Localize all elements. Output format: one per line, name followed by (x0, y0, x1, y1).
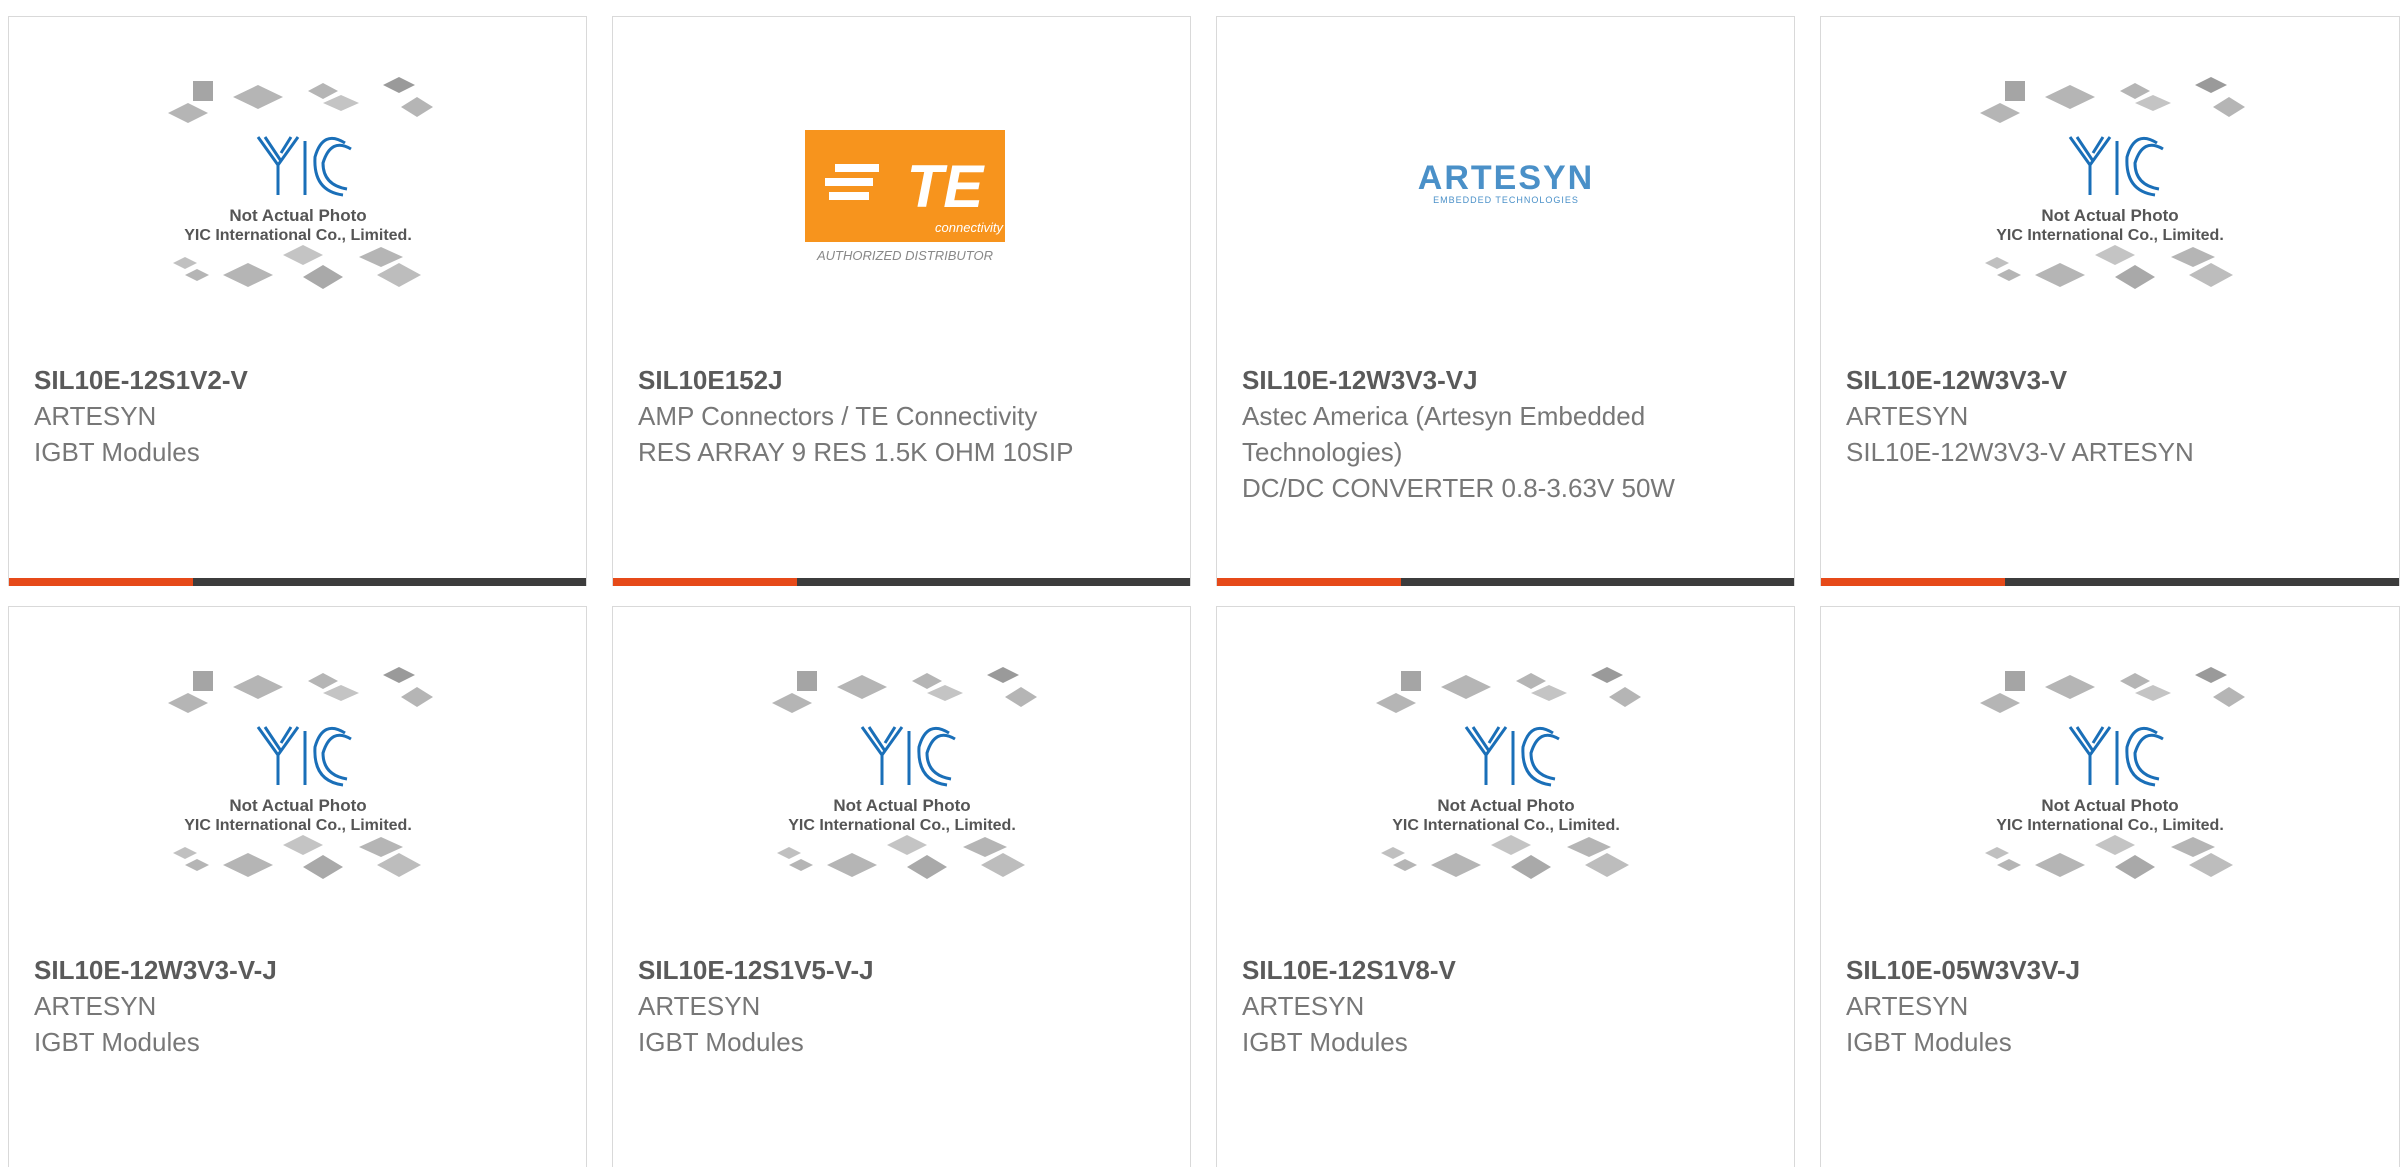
product-info: SIL10E152J AMP Connectors / TE Connectiv… (638, 362, 1170, 470)
description: IGBT Modules (638, 1027, 804, 1057)
manufacturer: ARTESYN (34, 991, 157, 1021)
product-info: SIL10E-05W3V3V-J ARTESYN IGBT Modules (1846, 952, 2379, 1060)
product-card[interactable]: Not Actual Photo YIC International Co., … (1820, 606, 2400, 1167)
card-bar-accent (1217, 578, 1401, 586)
placeholder-caption-1: Not Actual Photo (833, 796, 970, 815)
manufacturer: AMP Connectors / TE Connectivity (638, 401, 1038, 431)
part-number-link[interactable]: SIL10E-05W3V3V-J (1846, 952, 2379, 988)
card-bar-accent (9, 578, 193, 586)
product-image[interactable]: Not Actual Photo YIC International Co., … (1217, 607, 1794, 947)
placeholder-caption-2: YIC International Co., Limited. (1996, 227, 2224, 244)
manufacturer: ARTESYN (1242, 991, 1365, 1021)
product-card[interactable]: TE connectivity AUTHORIZED DISTRIBUTOR S… (612, 16, 1191, 586)
product-card[interactable]: Not Actual Photo YIC International Co., … (8, 16, 587, 586)
placeholder-caption-1: Not Actual Photo (2041, 206, 2178, 225)
card-bar-accent (613, 578, 797, 586)
manufacturer: ARTESYN (1846, 401, 1969, 431)
product-card[interactable]: Not Actual Photo YIC International Co., … (1820, 16, 2400, 586)
description: RES ARRAY 9 RES 1.5K OHM 10SIP (638, 437, 1074, 467)
description: IGBT Modules (1846, 1027, 2012, 1057)
product-info: SIL10E-12W3V3-VJ Astec America (Artesyn … (1242, 362, 1774, 506)
product-info: SIL10E-12S1V2-V ARTESYN IGBT Modules (34, 362, 566, 470)
product-card[interactable]: Not Actual Photo YIC International Co., … (1216, 606, 1795, 1167)
part-number-link[interactable]: SIL10E-12S1V2-V (34, 362, 566, 398)
description: IGBT Modules (34, 1027, 200, 1057)
product-card[interactable]: Not Actual Photo YIC International Co., … (8, 606, 587, 1167)
product-info: SIL10E-12S1V5-V-J ARTESYN IGBT Modules (638, 952, 1170, 1060)
yic-placeholder-image: Not Actual Photo YIC International Co., … (167, 77, 433, 289)
product-image[interactable]: TE connectivity AUTHORIZED DISTRIBUTOR (613, 17, 1190, 357)
product-card[interactable]: ARTESYN EMBEDDED TECHNOLOGIES SIL10E-12W… (1216, 16, 1795, 586)
product-info: SIL10E-12W3V3-V ARTESYN SIL10E-12W3V3-V … (1846, 362, 2379, 470)
manufacturer: Astec America (Artesyn Embedded Technolo… (1242, 401, 1646, 467)
placeholder-caption-1: Not Actual Photo (1437, 796, 1574, 815)
card-bottom-bar (1217, 578, 1794, 586)
product-info: SIL10E-12W3V3-V-J ARTESYN IGBT Modules (34, 952, 566, 1060)
placeholder-caption-1: Not Actual Photo (2041, 796, 2178, 815)
card-bottom-bar (9, 578, 586, 586)
description: IGBT Modules (34, 437, 200, 467)
part-number-link[interactable]: SIL10E-12W3V3-VJ (1242, 362, 1774, 398)
product-card[interactable]: Not Actual Photo YIC International Co., … (612, 606, 1191, 1167)
product-info: SIL10E-12S1V8-V ARTESYN IGBT Modules (1242, 952, 1774, 1060)
card-bottom-bar (613, 578, 1190, 586)
product-image[interactable]: ARTESYN EMBEDDED TECHNOLOGIES (1217, 17, 1794, 357)
te-logo-sub: connectivity (935, 220, 1004, 235)
yic-placeholder-image: Not Actual Photo YIC International Co., … (1375, 667, 1641, 879)
part-number-link[interactable]: SIL10E-12W3V3-V (1846, 362, 2379, 398)
part-number-link[interactable]: SIL10E-12S1V8-V (1242, 952, 1774, 988)
part-number-link[interactable]: SIL10E-12W3V3-V-J (34, 952, 566, 988)
yic-placeholder-image: Not Actual Photo YIC International Co., … (1980, 77, 2245, 289)
manufacturer: ARTESYN (34, 401, 157, 431)
te-logo-brand: TE (906, 153, 985, 220)
placeholder-caption-1: Not Actual Photo (229, 206, 366, 225)
placeholder-caption-1: Not Actual Photo (229, 796, 366, 815)
description: DC/DC CONVERTER 0.8-3.63V 50W (1242, 473, 1675, 503)
product-image[interactable]: Not Actual Photo YIC International Co., … (1821, 17, 2399, 357)
te-logo-caption: AUTHORIZED DISTRIBUTOR (816, 248, 993, 262)
yic-placeholder-image: Not Actual Photo YIC International Co., … (167, 667, 433, 879)
manufacturer: ARTESYN (638, 991, 761, 1021)
card-bar-accent (1821, 578, 2005, 586)
product-grid: Not Actual Photo YIC International Co., … (0, 0, 2400, 1167)
description: IGBT Modules (1242, 1027, 1408, 1057)
placeholder-caption-2: YIC International Co., Limited. (184, 227, 412, 244)
product-image[interactable]: Not Actual Photo YIC International Co., … (9, 607, 586, 947)
placeholder-caption-2: YIC International Co., Limited. (788, 817, 1016, 834)
artesyn-logo-sub: EMBEDDED TECHNOLOGIES (1433, 195, 1579, 205)
manufacturer: ARTESYN (1846, 991, 1969, 1021)
part-number-link[interactable]: SIL10E-12S1V5-V-J (638, 952, 1170, 988)
product-image[interactable]: Not Actual Photo YIC International Co., … (9, 17, 586, 357)
card-bottom-bar (1821, 578, 2399, 586)
product-image[interactable]: Not Actual Photo YIC International Co., … (1821, 607, 2399, 947)
te-connectivity-logo: TE connectivity AUTHORIZED DISTRIBUTOR (804, 130, 1005, 262)
placeholder-caption-2: YIC International Co., Limited. (1392, 817, 1620, 834)
description: SIL10E-12W3V3-V ARTESYN (1846, 437, 2194, 467)
placeholder-caption-2: YIC International Co., Limited. (184, 817, 412, 834)
placeholder-caption-2: YIC International Co., Limited. (1996, 817, 2224, 834)
artesyn-logo-brand: ARTESYN (1417, 159, 1593, 197)
artesyn-logo: ARTESYN EMBEDDED TECHNOLOGIES (1417, 159, 1593, 205)
yic-placeholder-image: Not Actual Photo YIC International Co., … (1980, 667, 2245, 879)
part-number-link[interactable]: SIL10E152J (638, 362, 1170, 398)
product-image[interactable]: Not Actual Photo YIC International Co., … (613, 607, 1190, 947)
yic-placeholder-image: Not Actual Photo YIC International Co., … (771, 667, 1037, 879)
